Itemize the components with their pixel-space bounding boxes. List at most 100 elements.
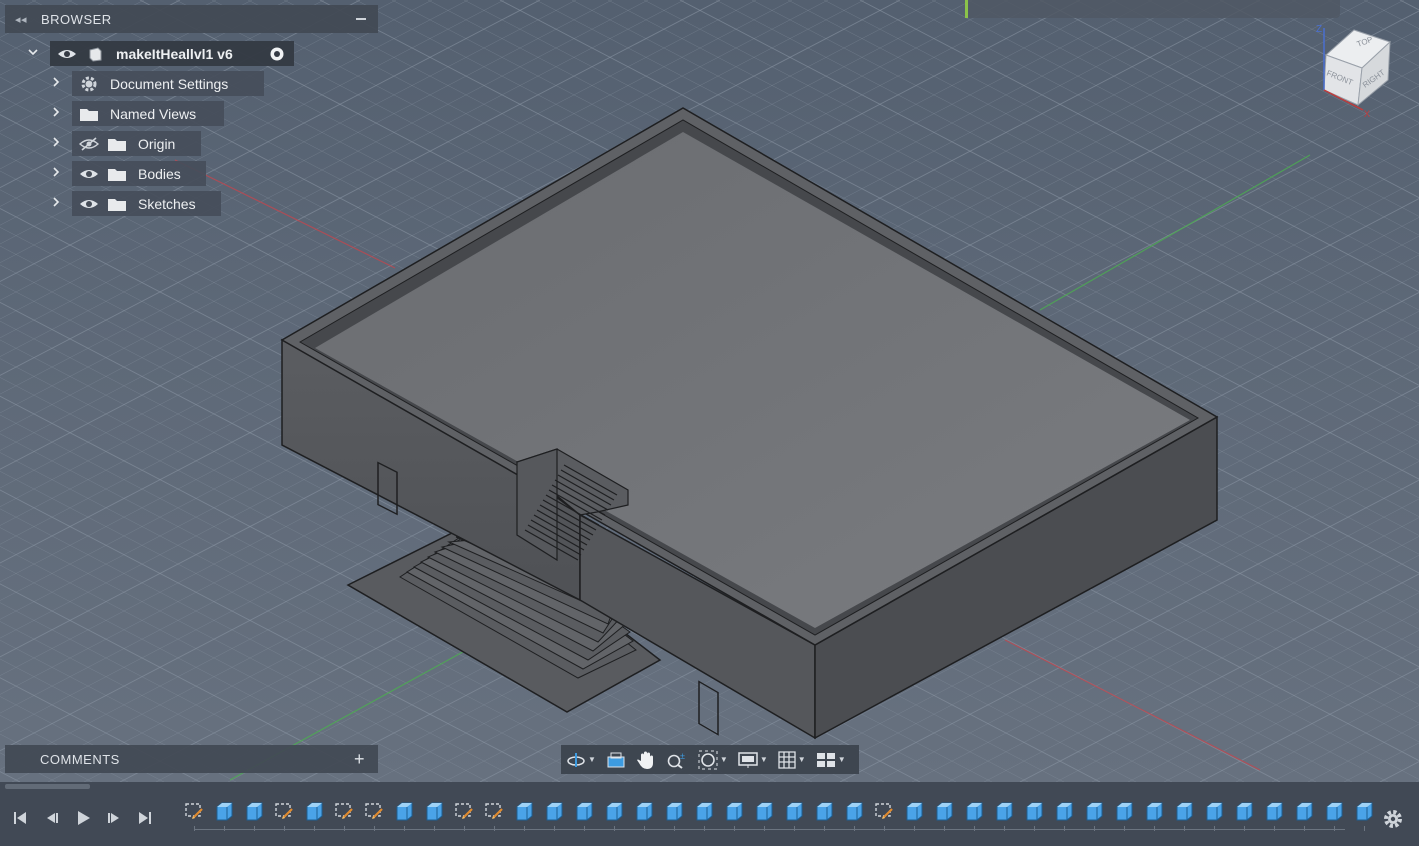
timeline-extrude-icon[interactable]: [573, 800, 595, 822]
timeline-tick: [344, 826, 345, 831]
zoom-button[interactable]: ±: [661, 745, 693, 774]
tree-item-bodies[interactable]: Bodies: [72, 161, 206, 186]
tree-item-origin[interactable]: Origin: [72, 131, 201, 156]
viewcube-x-axis: X: [1364, 109, 1370, 119]
grid-settings-button[interactable]: ▼: [773, 745, 811, 774]
timeline-sketch-icon[interactable]: [333, 800, 355, 822]
timeline-extrude-icon[interactable]: [993, 800, 1015, 822]
timeline-scrollbar[interactable]: [5, 784, 90, 789]
viewcube[interactable]: TOP FRONT RIGHT Z X: [1308, 20, 1398, 120]
timeline-extrude-icon[interactable]: [813, 800, 835, 822]
timeline-extrude-icon[interactable]: [843, 800, 865, 822]
timeline-tick: [1064, 826, 1065, 831]
timeline-sketch-icon[interactable]: [183, 800, 205, 822]
timeline-tick: [194, 826, 195, 831]
chevron-right-icon[interactable]: [48, 106, 64, 122]
timeline-extrude-icon[interactable]: [903, 800, 925, 822]
timeline-extrude-icon[interactable]: [1143, 800, 1165, 822]
timeline-sketch-icon[interactable]: [453, 800, 475, 822]
timeline-extrude-icon[interactable]: [1053, 800, 1075, 822]
timeline-extrude-icon[interactable]: [783, 800, 805, 822]
pan-button[interactable]: [631, 745, 661, 774]
timeline-tick: [824, 826, 825, 831]
tree-item-document-settings[interactable]: Document Settings: [72, 71, 264, 96]
timeline-sketch-icon[interactable]: [873, 800, 895, 822]
timeline-extrude-icon[interactable]: [303, 800, 325, 822]
timeline-extrude-icon[interactable]: [393, 800, 415, 822]
timeline-tick: [404, 826, 405, 831]
comments-title: COMMENTS: [40, 751, 120, 767]
top-status-bar: [965, 0, 1340, 18]
eye-icon[interactable]: [78, 165, 100, 183]
timeline-extrude-icon[interactable]: [1173, 800, 1195, 822]
look-at-button[interactable]: [601, 745, 631, 774]
timeline-tick: [1094, 826, 1095, 831]
chevron-right-icon[interactable]: [48, 166, 64, 182]
timeline-extrude-icon[interactable]: [423, 800, 445, 822]
timeline-extrude-icon[interactable]: [1323, 800, 1345, 822]
document-root-node[interactable]: makeItHeallvl1 v6: [50, 41, 294, 66]
eye-icon[interactable]: [78, 195, 100, 213]
timeline-extrude-icon[interactable]: [1353, 800, 1375, 822]
timeline-extrude-icon[interactable]: [1233, 800, 1255, 822]
document-name: makeItHeallvl1 v6: [116, 45, 233, 62]
timeline-extrude-icon[interactable]: [1203, 800, 1225, 822]
timeline-extrude-icon[interactable]: [1293, 800, 1315, 822]
timeline-sketch-icon[interactable]: [483, 800, 505, 822]
orbit-button[interactable]: ▼: [561, 745, 601, 774]
chevron-right-icon[interactable]: [48, 76, 64, 92]
timeline-extrude-icon[interactable]: [603, 800, 625, 822]
timeline-sketch-icon[interactable]: [363, 800, 385, 822]
timeline-extrude-icon[interactable]: [753, 800, 775, 822]
tree-item-label: Origin: [138, 135, 176, 152]
display-settings-button[interactable]: ▼: [733, 745, 773, 774]
timeline-extrude-icon[interactable]: [663, 800, 685, 822]
timeline-tick: [734, 826, 735, 831]
play-button[interactable]: [73, 808, 93, 828]
timeline-extrude-icon[interactable]: [1023, 800, 1045, 822]
timeline-tick: [434, 826, 435, 831]
eye-icon[interactable]: [56, 45, 78, 63]
tree-item-named-views[interactable]: Named Views: [72, 101, 224, 126]
fit-button[interactable]: ▼: [693, 745, 733, 774]
timeline-settings-gear-icon[interactable]: [1382, 808, 1404, 830]
timeline-tick: [524, 826, 525, 831]
timeline-extrude-icon[interactable]: [1113, 800, 1135, 822]
folder-icon: [78, 105, 100, 123]
timeline-extrude-icon[interactable]: [933, 800, 955, 822]
timeline-extrude-icon[interactable]: [243, 800, 265, 822]
timeline-tick: [794, 826, 795, 831]
previous-step-button[interactable]: [42, 808, 62, 828]
chevron-right-icon[interactable]: [48, 136, 64, 152]
go-to-end-button[interactable]: [135, 808, 155, 828]
eye-hidden-icon[interactable]: [78, 135, 100, 153]
timeline-extrude-icon[interactable]: [633, 800, 655, 822]
minimize-icon[interactable]: [356, 18, 366, 20]
chevron-down-icon[interactable]: [25, 46, 41, 62]
comments-panel-header[interactable]: COMMENTS +: [5, 745, 378, 773]
add-comment-icon[interactable]: +: [354, 749, 365, 770]
tree-item-sketches[interactable]: Sketches: [72, 191, 221, 216]
chevron-right-icon[interactable]: [48, 196, 64, 212]
browser-title: BROWSER: [41, 11, 112, 27]
timeline-tick: [764, 826, 765, 831]
collapse-panel-icon[interactable]: ◂◂: [9, 13, 33, 26]
radio-active-icon[interactable]: [266, 45, 288, 63]
timeline-extrude-icon[interactable]: [513, 800, 535, 822]
navigation-toolbar: ▼ ± ▼ ▼ ▼ ▼: [561, 745, 859, 774]
next-step-button[interactable]: [104, 808, 124, 828]
viewports-button[interactable]: ▼: [811, 745, 851, 774]
timeline-tick: [224, 826, 225, 831]
timeline-extrude-icon[interactable]: [963, 800, 985, 822]
timeline-tick: [1364, 826, 1365, 831]
timeline-extrude-icon[interactable]: [1083, 800, 1105, 822]
timeline-tick: [1184, 826, 1185, 831]
timeline-extrude-icon[interactable]: [213, 800, 235, 822]
go-to-start-button[interactable]: [10, 808, 30, 828]
timeline-extrude-icon[interactable]: [1263, 800, 1285, 822]
timeline-sketch-icon[interactable]: [273, 800, 295, 822]
timeline-extrude-icon[interactable]: [543, 800, 565, 822]
timeline-tick: [284, 826, 285, 831]
timeline-extrude-icon[interactable]: [693, 800, 715, 822]
timeline-extrude-icon[interactable]: [723, 800, 745, 822]
